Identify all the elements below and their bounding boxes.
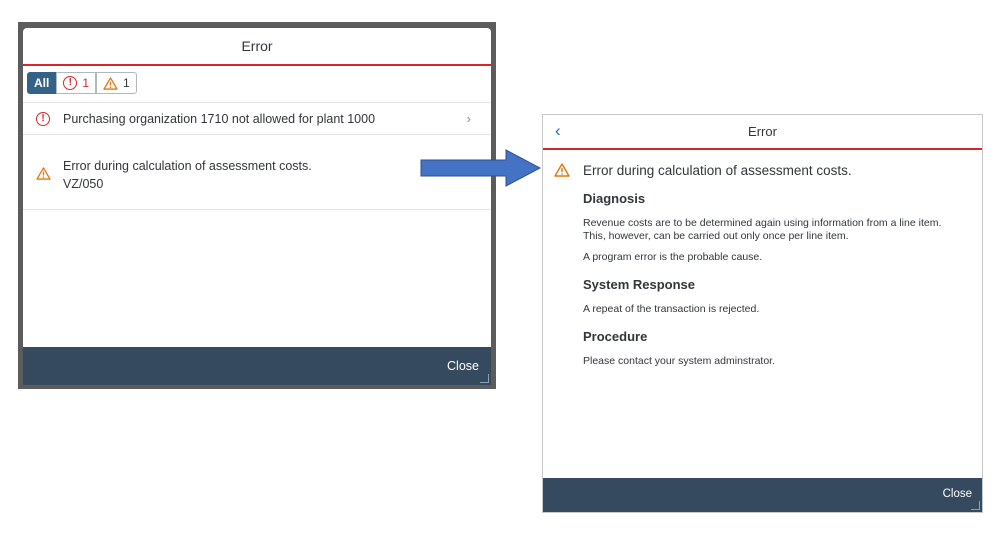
dialog-header: Error [23, 28, 491, 66]
warning-icon [554, 163, 570, 177]
chevron-right-icon: › [466, 111, 471, 126]
close-button[interactable]: Close [447, 359, 479, 373]
message-text: Error during calculation of assessment c… [63, 159, 312, 173]
procedure-text: Please contact your system adminstrator. [583, 355, 775, 367]
error-icon: ! [36, 111, 50, 126]
procedure-heading: Procedure [583, 329, 648, 344]
resize-handle[interactable] [480, 374, 489, 383]
filter-all-button[interactable]: All [27, 72, 57, 94]
warning-icon [35, 167, 51, 180]
error-dialog: Error All ! 1 1 ! Purchasing organizatio… [23, 28, 491, 385]
filter-all-label: All [34, 76, 50, 90]
message-details: Error during calculation of assessment c… [543, 150, 982, 368]
dialog-title: Error [748, 124, 777, 139]
dialog-footer: Close [23, 347, 491, 385]
error-detail-dialog: ‹ Error Error during calculation of asse… [542, 114, 983, 513]
close-button[interactable]: Close [943, 488, 972, 500]
dialog-header: ‹ Error [543, 115, 982, 150]
row-icon-cell [23, 135, 63, 180]
message-item-error[interactable]: ! Purchasing organization 1710 not allow… [23, 102, 491, 134]
diagnosis-cause-text: A program error is the probable cause. [583, 251, 763, 263]
resize-handle[interactable] [971, 501, 980, 510]
diagnosis-heading: Diagnosis [583, 191, 646, 206]
row-icon-cell: ! [23, 111, 63, 126]
message-text: Purchasing organization 1710 not allowed… [63, 111, 376, 126]
warning-icon [103, 76, 118, 90]
dialog-title: Error [241, 38, 273, 54]
error-count: 1 [82, 76, 90, 90]
warning-count: 1 [123, 76, 130, 90]
system-response-text: A repeat of the transaction is rejected. [583, 303, 760, 315]
back-chevron-icon[interactable]: ‹ [555, 121, 561, 141]
diagnosis-text: Revenue costs are to be determined again… [583, 217, 942, 242]
message-title: Error during calculation of assessment c… [583, 163, 852, 178]
system-response-heading: System Response [583, 277, 695, 292]
arrow-icon [420, 149, 542, 187]
message-subtext: VZ/050 [63, 177, 104, 191]
message-text-block: Error during calculation of assessment c… [63, 135, 312, 193]
error-icon: ! [63, 76, 78, 90]
dialog-footer: Close [543, 478, 982, 512]
filter-errors-button[interactable]: ! 1 [56, 72, 97, 94]
filter-warnings-button[interactable]: 1 [96, 72, 137, 94]
message-filter-segmented-button: All ! 1 1 [27, 72, 137, 94]
